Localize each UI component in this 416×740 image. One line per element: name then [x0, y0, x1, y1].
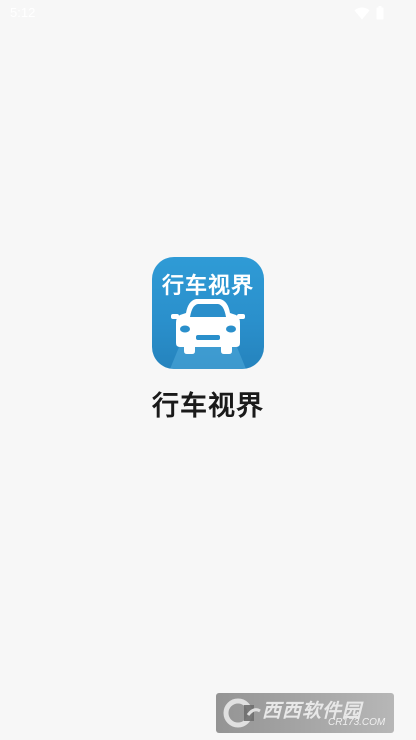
- watermark-url: CR173.COM: [328, 717, 386, 728]
- watermark: 西西软件园 CR173.COM: [216, 693, 394, 733]
- status-bar: 5:12: [0, 0, 416, 28]
- watermark-logo-icon: [223, 698, 261, 728]
- wifi-icon: [354, 7, 370, 20]
- status-icons: [354, 6, 384, 20]
- app-icon: 行车视界: [152, 257, 264, 369]
- app-name: 行车视界: [152, 391, 264, 422]
- status-time: 5:12: [10, 5, 36, 20]
- app-icon-label: 行车视界: [161, 274, 254, 299]
- battery-icon: [376, 6, 384, 20]
